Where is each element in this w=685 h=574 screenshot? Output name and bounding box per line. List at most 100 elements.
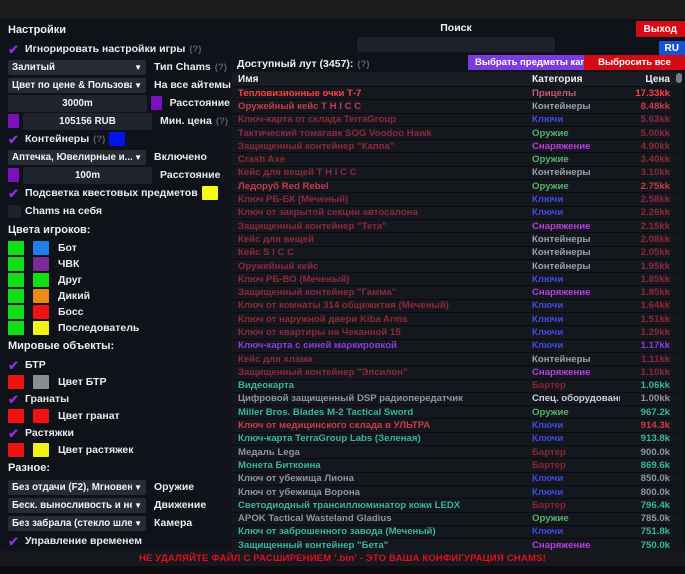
- camera-dropdown[interactable]: Без забрала (стекло шлема) ▼: [8, 516, 146, 531]
- table-row[interactable]: Ключ от наружной двери Kiba Arms Ключи 1…: [232, 313, 676, 326]
- column-header-price[interactable]: Цена: [620, 74, 672, 85]
- table-row[interactable]: Ключ от закрытой секции автосалона Ключи…: [232, 207, 676, 220]
- hint-icon[interactable]: (?): [216, 116, 228, 127]
- table-row[interactable]: Оружейный кейс T H I C C Контейнеры 8.48…: [232, 100, 676, 113]
- language-button[interactable]: RU: [659, 41, 685, 56]
- exit-button[interactable]: Выход: [636, 21, 685, 37]
- table-row[interactable]: Защищенный контейнер "Каппа" Снаряжение …: [232, 140, 676, 153]
- item-price: 1.51kk: [620, 314, 672, 325]
- containers-type-dropdown[interactable]: Аптечка, Ювелирные и... ▼: [8, 150, 146, 165]
- table-row[interactable]: Ключ от убежища Лиона Ключи 850.0k: [232, 473, 676, 486]
- item-name: Защищенный контейнер "Бета": [238, 540, 532, 551]
- table-row[interactable]: Miller Bros. Blades M-2 Tactical Sword О…: [232, 406, 676, 419]
- table-row[interactable]: Ключ от комнаты 314 общежития (Меченый) …: [232, 300, 676, 313]
- distance-color-swatch[interactable]: [151, 96, 162, 110]
- visible-color-swatch[interactable]: [8, 241, 24, 255]
- visible-color-swatch[interactable]: [8, 321, 24, 335]
- table-row[interactable]: Защищенный контейнер "Тета" Снаряжение 2…: [232, 220, 676, 233]
- table-row[interactable]: Защищенный контейнер "Эпсилон" Снаряжени…: [232, 366, 676, 379]
- table-row[interactable]: Ледоруб Red Rebel Оружие 2.75kk: [232, 180, 676, 193]
- table-row[interactable]: Медаль Lega Бартер 900.0k: [232, 446, 676, 459]
- weapon-dropdown[interactable]: Без отдачи (F2), Мгновенное п ▼: [8, 480, 146, 495]
- item-price: 1.10kk: [620, 367, 672, 378]
- invisible-color-swatch[interactable]: [33, 321, 49, 335]
- table-row[interactable]: Монета Биткоина Бартер 869.6k: [232, 459, 676, 472]
- item-category: Контейнеры: [532, 234, 620, 245]
- min-price-input[interactable]: [23, 113, 152, 130]
- chams-type-dropdown[interactable]: Залитый ▼: [8, 60, 146, 75]
- tripwire-color-2-swatch[interactable]: [33, 443, 49, 457]
- table-row[interactable]: Ключ-карта с синей маркировкой Ключи 1.1…: [232, 340, 676, 353]
- checkbox-ignore-game-settings[interactable]: ✔ Игнорировать настройки игры (?): [8, 41, 230, 57]
- distance-input[interactable]: [8, 95, 147, 112]
- table-row[interactable]: Ключ от медицинского склада в УЛЬТРА Клю…: [232, 419, 676, 432]
- table-row[interactable]: Ключ-карта от склада TerraGroup Ключи 5.…: [232, 114, 676, 127]
- drop-all-button[interactable]: Выбросить все: [584, 55, 685, 70]
- table-row[interactable]: Кейс для вещей T H I C C Контейнеры 3.10…: [232, 167, 676, 180]
- hint-icon[interactable]: (?): [189, 44, 201, 55]
- checkbox-time-control[interactable]: ✔ Управление временем: [8, 533, 230, 549]
- footer-warning-bar: НЕ УДАЛЯЙТЕ ФАЙЛ С РАСШИРЕНИЕМ '.bin' - …: [0, 551, 685, 566]
- grenade-color-2-swatch[interactable]: [33, 409, 49, 423]
- hint-icon[interactable]: (?): [93, 134, 105, 145]
- search-input[interactable]: [357, 37, 555, 52]
- table-row[interactable]: Ключ от убежища Ворона Ключи 800.0k: [232, 486, 676, 499]
- containers-color-swatch[interactable]: [109, 132, 125, 146]
- invisible-color-swatch[interactable]: [33, 257, 49, 271]
- table-row[interactable]: Кейс для хлама Контейнеры 1.11kk: [232, 353, 676, 366]
- scrollbar-thumb[interactable]: [676, 73, 682, 83]
- table-header: Имя Категория Цена: [232, 72, 676, 87]
- dropdown-label: На все айтемы: [154, 79, 231, 91]
- hint-icon[interactable]: (?): [215, 62, 227, 73]
- column-header-category[interactable]: Категория: [532, 74, 620, 85]
- visible-color-swatch[interactable]: [8, 305, 24, 319]
- invisible-color-swatch[interactable]: [33, 289, 49, 303]
- movement-dropdown[interactable]: Беск. выносливость и нет уста ▼: [8, 498, 146, 513]
- checkbox-tripwires[interactable]: ✔ Растяжки: [8, 425, 230, 441]
- checkbox-quest-highlight[interactable]: ✔ Подсветка квестовых предметов: [8, 185, 230, 201]
- table-body: Тепловизионные очки Т-7 Прицелы 17.33kk …: [232, 87, 676, 552]
- table-row[interactable]: Светодиодный трансиллюминатор кожи LEDX …: [232, 499, 676, 512]
- containers-distance-swatch[interactable]: [8, 168, 19, 182]
- invisible-color-swatch[interactable]: [33, 273, 49, 287]
- checkbox-chams-self[interactable]: Chams на себя: [8, 203, 230, 219]
- checkbox-containers[interactable]: ✔ Контейнеры (?): [8, 131, 230, 147]
- table-row[interactable]: Ключ РБ-ВО (Меченый) Ключи 1.85kk: [232, 273, 676, 286]
- hint-icon[interactable]: (?): [357, 59, 369, 70]
- table-row[interactable]: Ключ РБ-БК (Меченый) Ключи 2.58kk: [232, 193, 676, 206]
- table-scrollbar[interactable]: [676, 72, 682, 551]
- table-row[interactable]: Цифровой защищенный DSP радиопередатчик …: [232, 393, 676, 406]
- quest-color-swatch[interactable]: [202, 186, 218, 200]
- settings-panel: Настройки ✔ Игнорировать настройки игры …: [8, 19, 230, 567]
- table-row[interactable]: Ключ-карта TerraGroup Labs (Зеленая) Клю…: [232, 433, 676, 446]
- checkbox-btr[interactable]: ✔ БТР: [8, 357, 230, 373]
- btr-color-1-swatch[interactable]: [8, 375, 24, 389]
- tripwire-color-1-swatch[interactable]: [8, 443, 24, 457]
- grenade-color-1-swatch[interactable]: [8, 409, 24, 423]
- item-price: 751.8k: [620, 526, 672, 537]
- item-name: Ключ-карта TerraGroup Labs (Зеленая): [238, 433, 532, 444]
- table-row[interactable]: Crash Axe Оружие 3.40kk: [232, 153, 676, 166]
- visible-color-swatch[interactable]: [8, 289, 24, 303]
- min-price-color-swatch[interactable]: [8, 114, 19, 128]
- invisible-color-swatch[interactable]: [33, 241, 49, 255]
- invisible-color-swatch[interactable]: [33, 305, 49, 319]
- visible-color-swatch[interactable]: [8, 273, 24, 287]
- table-row[interactable]: Тактический томагавк SOG Voodoo Hawk Ору…: [232, 127, 676, 140]
- item-price: 2.15kk: [620, 221, 672, 232]
- column-header-name[interactable]: Имя: [238, 74, 532, 85]
- table-row[interactable]: Кейс S I C C Контейнеры 2.05kk: [232, 247, 676, 260]
- btr-color-2-swatch[interactable]: [33, 375, 49, 389]
- checkbox-grenades[interactable]: ✔ Гранаты: [8, 391, 230, 407]
- all-items-dropdown[interactable]: Цвет по цене & Пользователь ▼: [8, 78, 146, 93]
- table-row[interactable]: APOK Tactical Wasteland Gladius Оружие 7…: [232, 513, 676, 526]
- table-row[interactable]: Защищенный контейнер "Гамма" Снаряжение …: [232, 286, 676, 299]
- table-row[interactable]: Ключ от заброшенного завода (Меченый) Кл…: [232, 526, 676, 539]
- table-row[interactable]: Видеокарта Бартер 1.06kk: [232, 380, 676, 393]
- table-row[interactable]: Кейс для вещей Контейнеры 2.08kk: [232, 233, 676, 246]
- table-row[interactable]: Тепловизионные очки Т-7 Прицелы 17.33kk: [232, 87, 676, 100]
- table-row[interactable]: Ключ от квартиры на Чеканной 15 Ключи 1.…: [232, 326, 676, 339]
- containers-distance-input[interactable]: [23, 167, 152, 184]
- table-row[interactable]: Оружейный кейс Контейнеры 1.95kk: [232, 260, 676, 273]
- visible-color-swatch[interactable]: [8, 257, 24, 271]
